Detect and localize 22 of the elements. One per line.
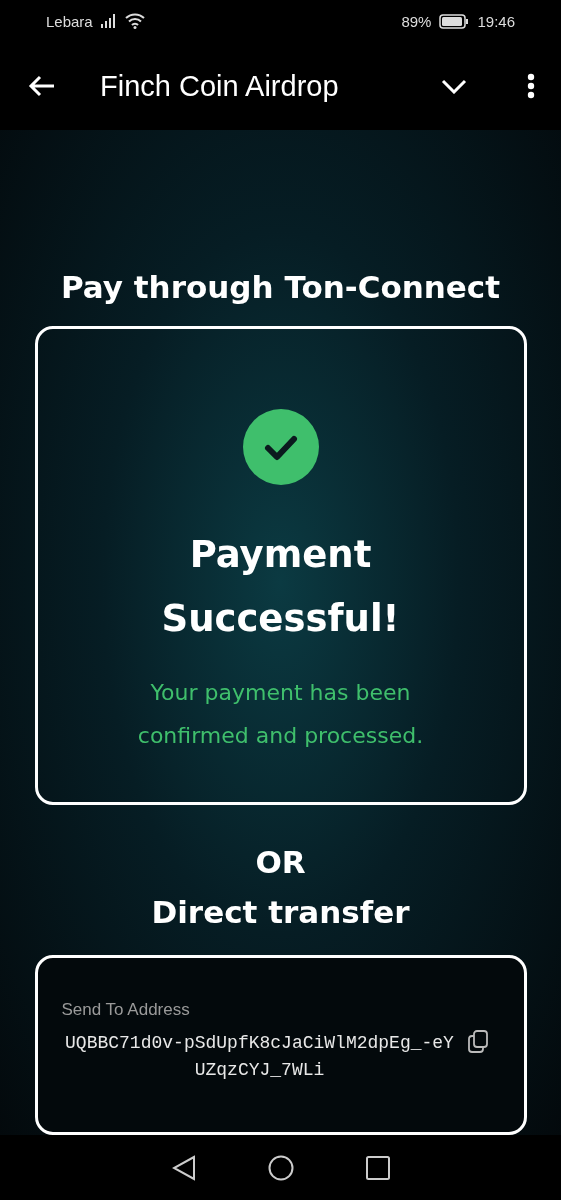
section-heading: Direct transfer [151, 892, 410, 932]
success-message: Your payment has been confirmed and processed. [136, 679, 425, 750]
back-arrow-icon[interactable] [28, 74, 56, 98]
wallet-address: UQBBC71d0v-pSdUpfK8cJaCiWlM2dpEg_-eYUZqzCYJ_7WLi [64, 1031, 455, 1082]
battery-icon [439, 13, 470, 29]
section-heading: Pay through Ton-Connect [60, 268, 501, 307]
clock-time: 19:46 [477, 12, 515, 30]
more-menu-icon[interactable] [527, 73, 535, 99]
chevron-down-icon[interactable] [441, 78, 467, 94]
carrier-name: Lebara [46, 12, 93, 30]
back-nav-icon[interactable] [171, 1154, 196, 1181]
or-divider-text: OR [255, 842, 306, 882]
battery-percent: 89% [401, 12, 432, 30]
field-label: Send To Address [61, 999, 191, 1020]
wifi-icon [124, 13, 145, 29]
success-title: Payment Successful! [160, 532, 401, 642]
copy-icon[interactable] [467, 1029, 488, 1053]
app-title: Finch Coin Airdrop [100, 69, 340, 103]
recents-nav-icon[interactable] [365, 1155, 390, 1180]
check-circle-icon [242, 409, 319, 485]
signal-icon [100, 14, 117, 28]
home-nav-icon[interactable] [267, 1154, 294, 1181]
